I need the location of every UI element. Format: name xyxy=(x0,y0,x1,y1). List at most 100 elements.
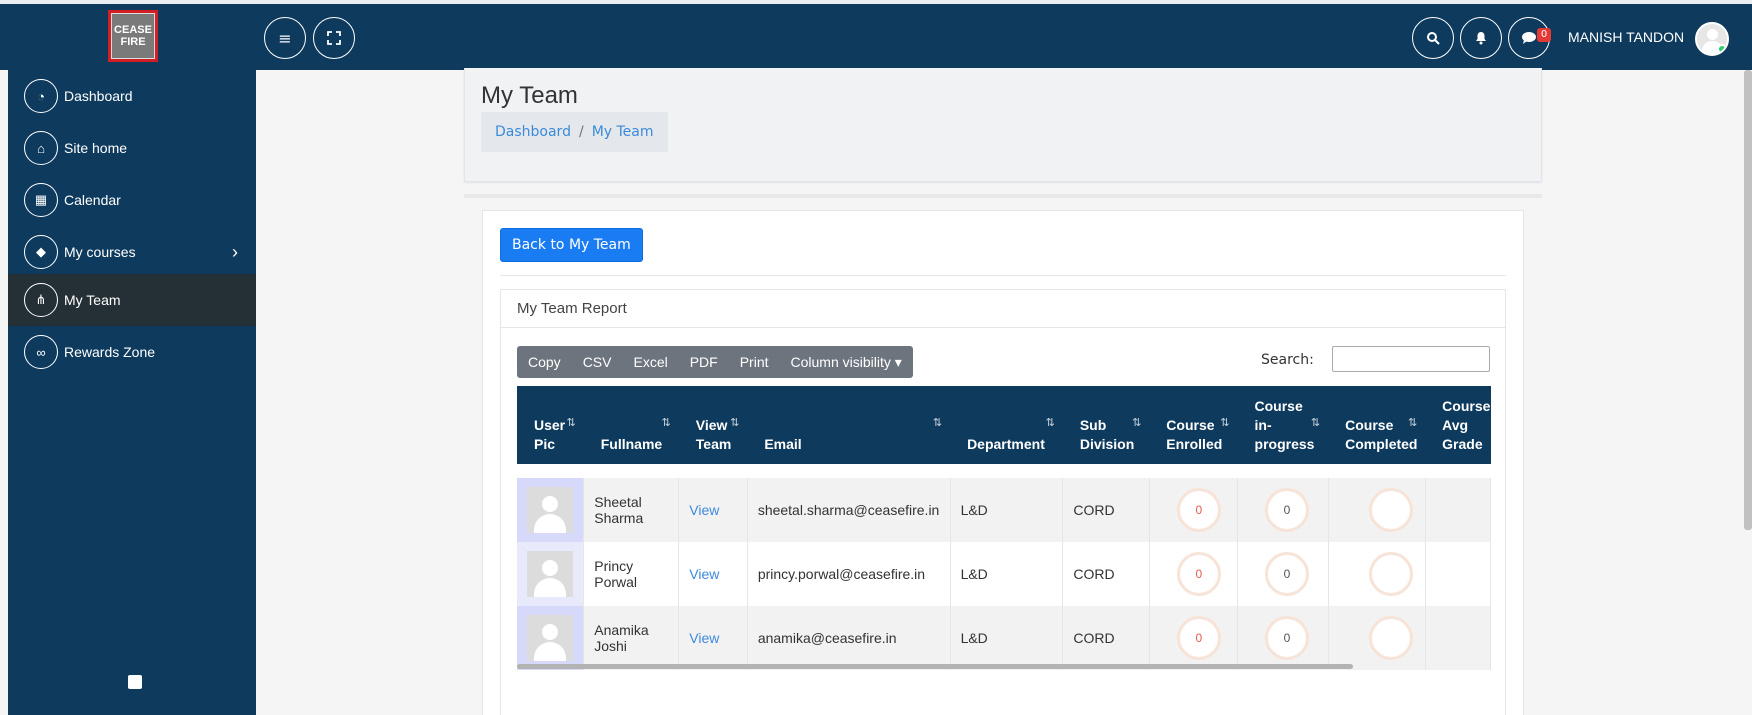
sort-icon: ⇅ xyxy=(1407,417,1418,429)
col-header-course-in-progress[interactable]: Course in-progress ⇅ xyxy=(1238,386,1329,464)
course-in-progress-cell: 0 xyxy=(1237,606,1329,670)
search-button[interactable] xyxy=(1412,17,1454,59)
excel-button[interactable]: Excel xyxy=(622,354,678,370)
pdf-button[interactable]: PDF xyxy=(679,354,729,370)
user-pic-cell xyxy=(517,478,585,542)
top-navbar: CEASE FIRE ≡ 0 MANISH TANDON xyxy=(0,0,1752,70)
notifications-button[interactable] xyxy=(1460,17,1502,59)
sidebar-item-dashboard[interactable]: ◔ Dashboard xyxy=(8,70,256,122)
col-header-department[interactable]: Department ⇅ xyxy=(950,386,1063,464)
dashboard-icon: ◔ xyxy=(24,79,58,113)
team-table-container: User Pic ⇅ Fullname ⇅ View Team ⇅ Email ⇅ Depa… xyxy=(517,386,1491,676)
col-header-sub-division[interactable]: Sub Division ⇅ xyxy=(1063,386,1149,464)
col-header-fullname[interactable]: Fullname ⇅ xyxy=(584,386,679,464)
sidebar-item-label: Site home xyxy=(64,140,128,156)
back-to-my-team-button[interactable]: Back to My Team xyxy=(500,228,643,262)
fullname-cell: Anamika Joshi xyxy=(583,606,680,670)
view-team-link[interactable]: View xyxy=(689,630,719,646)
breadcrumb-dashboard-link[interactable]: Dashboard xyxy=(495,124,571,140)
sort-icon: ⇅ xyxy=(1310,417,1321,429)
sort-asc-icon: ⇅ xyxy=(566,417,576,429)
online-status-dot xyxy=(1717,44,1727,54)
page-vertical-scrollbar[interactable] xyxy=(1744,70,1752,530)
in-progress-count-ring: 0 xyxy=(1265,616,1310,660)
search-icon xyxy=(1427,32,1440,45)
sub-division-cell: CORD xyxy=(1062,606,1150,670)
view-team-cell: View xyxy=(678,542,748,606)
report-card: My Team Report Copy CSV Excel PDF Print … xyxy=(500,289,1506,715)
course-enrolled-cell: 0 xyxy=(1149,606,1239,670)
sub-division-cell: CORD xyxy=(1062,478,1150,542)
bell-icon xyxy=(1476,32,1486,45)
sidebar-item-my-team[interactable]: ⋔ My Team xyxy=(8,274,256,326)
table-row: Anamika Joshi View anamika@ceasefire.in L… xyxy=(517,606,1491,670)
col-header-course-enrolled[interactable]: Course Enrolled ⇅ xyxy=(1149,386,1237,464)
team-table: User Pic ⇅ Fullname ⇅ View Team ⇅ Email ⇅ Depa… xyxy=(517,386,1491,670)
email-cell: sheetal.sharma@ceasefire.in xyxy=(747,478,951,542)
search-label: Search: xyxy=(1261,352,1314,368)
page-header: My Team Dashboard / My Team xyxy=(464,68,1542,182)
content-card: Back to My Team My Team Report Copy CSV … xyxy=(482,210,1524,715)
export-button-group: Copy CSV Excel PDF Print Column visibili… xyxy=(517,346,913,378)
menu-icon: ≡ xyxy=(278,28,292,48)
fullname-cell: Sheetal Sharma xyxy=(583,478,680,542)
sidebar-item-label: Dashboard xyxy=(64,88,133,104)
view-team-cell: View xyxy=(678,606,748,670)
fullscreen-button[interactable] xyxy=(313,17,355,59)
user-avatar-placeholder xyxy=(527,551,573,597)
email-cell: anamika@ceasefire.in xyxy=(747,606,951,670)
col-header-view-team[interactable]: View Team ⇅ xyxy=(679,386,748,464)
user-name[interactable]: MANISH TANDON xyxy=(1568,29,1684,45)
department-cell: L&D xyxy=(950,542,1064,606)
course-completed-cell xyxy=(1328,542,1426,606)
sidebar-item-my-courses[interactable]: ◆ My courses › xyxy=(8,226,256,278)
view-team-cell: View xyxy=(678,478,748,542)
message-count-badge: 0 xyxy=(1537,28,1551,42)
avg-grade-cell xyxy=(1425,542,1491,606)
department-cell: L&D xyxy=(950,606,1064,670)
sub-division-cell: CORD xyxy=(1062,542,1150,606)
in-progress-count-ring: 0 xyxy=(1265,552,1310,596)
user-avatar-placeholder xyxy=(527,615,573,661)
table-header-row: User Pic ⇅ Fullname ⇅ View Team ⇅ Email ⇅ Depa… xyxy=(517,386,1491,464)
breadcrumb-my-team-link[interactable]: My Team xyxy=(592,124,654,140)
sidebar-item-rewards-zone[interactable]: ∞ Rewards Zone xyxy=(8,326,256,378)
sort-icon: ⇅ xyxy=(1132,417,1142,429)
department-cell: L&D xyxy=(950,478,1064,542)
report-title: My Team Report xyxy=(501,290,1505,328)
course-enrolled-cell: 0 xyxy=(1149,478,1239,542)
sidebar-item-calendar[interactable]: ▦ Calendar xyxy=(8,174,256,226)
course-in-progress-cell: 0 xyxy=(1237,478,1329,542)
view-team-link[interactable]: View xyxy=(689,502,719,518)
completed-count-ring xyxy=(1368,616,1413,660)
email-cell: princy.porwal@ceasefire.in xyxy=(747,542,951,606)
sidebar-footer-icon[interactable] xyxy=(128,675,142,689)
search-input[interactable] xyxy=(1332,346,1490,372)
column-visibility-button[interactable]: Column visibility ▾ xyxy=(780,354,913,371)
col-header-email[interactable]: Email ⇅ xyxy=(747,386,950,464)
user-pic-cell xyxy=(517,606,585,670)
avg-grade-cell xyxy=(1425,478,1491,542)
avg-grade-cell xyxy=(1425,606,1491,670)
rewards-icon: ∞ xyxy=(24,335,58,369)
ceasefire-logo[interactable]: CEASE FIRE xyxy=(108,10,158,62)
calendar-icon: ▦ xyxy=(24,183,58,217)
table-horizontal-scrollbar[interactable] xyxy=(517,664,1353,669)
col-header-course-avg-grade[interactable]: Course Avg Grade xyxy=(1425,386,1490,464)
breadcrumb: Dashboard / My Team xyxy=(481,112,668,152)
copy-button[interactable]: Copy xyxy=(517,354,572,370)
enrolled-count-ring: 0 xyxy=(1176,488,1221,532)
sidebar-item-site-home[interactable]: ⌂ Site home xyxy=(8,122,256,174)
table-row: Princy Porwal View princy.porwal@ceasefir… xyxy=(517,542,1491,606)
user-avatar[interactable] xyxy=(1695,22,1729,56)
csv-button[interactable]: CSV xyxy=(572,354,623,370)
sort-icon: ⇅ xyxy=(1220,417,1230,429)
print-button[interactable]: Print xyxy=(729,354,780,370)
col-header-course-completed[interactable]: Course Completed ⇅ xyxy=(1328,386,1425,464)
view-team-link[interactable]: View xyxy=(689,566,719,582)
sidebar-toggle-button[interactable]: ≡ xyxy=(264,17,306,59)
col-header-user-pic[interactable]: User Pic ⇅ xyxy=(517,386,584,464)
sort-icon: ⇅ xyxy=(1045,417,1055,429)
sidebar-item-label: Rewards Zone xyxy=(64,344,156,360)
user-pic-cell xyxy=(517,542,585,606)
